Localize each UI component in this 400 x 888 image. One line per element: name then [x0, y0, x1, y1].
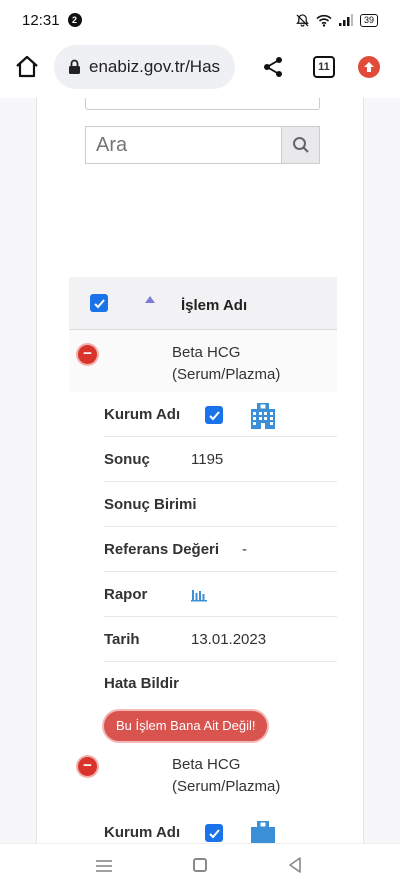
detail-label: Tarih — [104, 631, 140, 648]
detail-label: Rapor — [104, 586, 148, 603]
filter-select[interactable] — [85, 98, 320, 110]
table-header: İşlem Adı — [69, 277, 337, 330]
report-error-button[interactable]: Bu İşlem Bana Ait Değil! — [104, 711, 268, 741]
recents-icon[interactable] — [96, 859, 112, 873]
row-checkbox[interactable] — [205, 824, 223, 842]
home-nav-icon[interactable] — [193, 858, 207, 872]
url-text: enabiz.gov.tr/Has — [89, 57, 221, 76]
detail-label: Hata Bildir — [104, 675, 180, 692]
update-icon[interactable] — [358, 56, 380, 78]
detail-row-rapor: Rapor — [104, 572, 337, 617]
detail-row-referans: Referans Değeri - — [104, 527, 337, 572]
detail-row-tarih: Tarih 13.01.2023 — [104, 617, 337, 662]
hospital-building-icon[interactable] — [248, 818, 278, 843]
report-chart-icon[interactable] — [191, 586, 207, 602]
share-icon[interactable] — [262, 56, 284, 78]
tab-switcher-button[interactable]: 11 — [313, 56, 335, 78]
detail-label: Kurum Adı — [104, 824, 181, 841]
detail-row-birim: Sonuç Birimi — [104, 482, 337, 527]
battery-indicator: 39 — [359, 13, 378, 27]
detail-label: Referans Değeri — [104, 541, 220, 558]
detail-value: 13.01.2023 — [191, 631, 267, 648]
mute-bell-icon — [296, 13, 309, 27]
column-header-islem-adi[interactable]: İşlem Adı — [181, 297, 247, 314]
table-row: − Beta HCG (Serum/Plazma) — [69, 754, 337, 816]
row-details: Kurum Adı Sonuç 1195 Sonuç Birimi Refera… — [69, 392, 337, 754]
notification-count-badge: 2 — [67, 13, 82, 27]
lock-icon — [69, 59, 80, 74]
address-bar[interactable]: enabiz.gov.tr/Has — [54, 45, 235, 89]
detail-row-kurum: Kurum Adı — [104, 810, 337, 843]
detail-label: Sonuç — [104, 451, 150, 468]
search-box — [85, 126, 320, 164]
detail-row-sonuc: Sonuç 1195 — [104, 437, 337, 482]
wifi-icon — [316, 14, 332, 27]
status-time: 12:31 — [22, 11, 60, 29]
signal-icon — [338, 14, 353, 26]
home-icon[interactable] — [14, 54, 40, 80]
detail-label: Kurum Adı — [104, 406, 181, 423]
sort-ascending-icon[interactable] — [145, 296, 155, 303]
detail-label: Sonuç Birimi — [104, 496, 197, 513]
browser-toolbar: enabiz.gov.tr/Has 11 — [0, 42, 400, 94]
results-table: İşlem Adı − Beta HCG (Serum/Plazma) Kuru… — [69, 277, 337, 843]
row-title: Beta HCG (Serum/Plazma) — [172, 756, 281, 795]
page-content: İşlem Adı − Beta HCG (Serum/Plazma) Kuru… — [0, 98, 400, 843]
row-details: Kurum Adı — [69, 810, 337, 843]
hospital-building-icon[interactable] — [248, 400, 278, 430]
system-navigation-bar — [0, 843, 400, 888]
search-input[interactable] — [85, 126, 281, 164]
search-icon — [292, 137, 309, 153]
search-button[interactable] — [281, 126, 320, 164]
back-icon[interactable] — [288, 857, 302, 873]
status-bar: 12:31 2 39 — [0, 0, 400, 40]
row-checkbox[interactable] — [205, 406, 223, 424]
detail-value: 1195 — [191, 451, 224, 468]
row-title: Beta HCG (Serum/Plazma) — [172, 344, 281, 383]
table-row: − Beta HCG (Serum/Plazma) — [69, 330, 337, 392]
collapse-row-button[interactable]: − — [78, 757, 97, 776]
collapse-row-button[interactable]: − — [78, 345, 97, 364]
detail-value: - — [242, 541, 247, 558]
detail-row-hata: Hata Bildir Bu İşlem Bana Ait Değil! — [69, 662, 337, 754]
select-all-checkbox[interactable] — [90, 294, 108, 312]
detail-row-kurum: Kurum Adı — [104, 392, 337, 437]
